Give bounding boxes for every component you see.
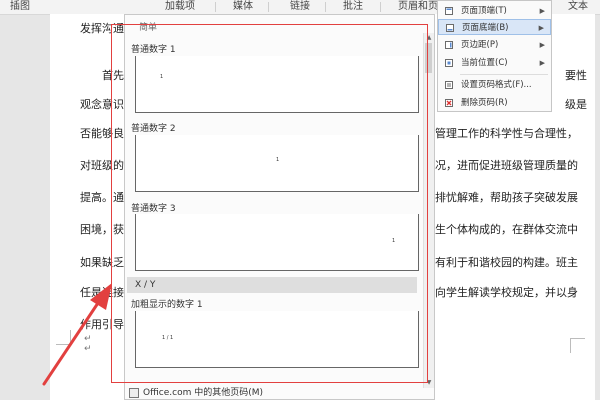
page-number-sample: 1 [160,74,164,80]
ribbon-tab-comments[interactable]: 批注 [343,0,363,14]
ribbon-tab-addins[interactable]: 加载项 [165,0,195,14]
menu-divider [460,74,548,75]
menu-item-label: 页边距(P) [461,40,499,50]
doc-line-right: 向学生解读学校规定，并以身 [435,286,578,299]
gallery-item-label: 普通数字 3 [131,204,176,214]
format-icon [445,81,453,89]
doc-line-right: 生个体构成的，在群体交流中 [435,223,578,236]
doc-line: 发挥沟通 [80,22,124,35]
menu-item-page-bottom[interactable]: 页面底端(B) ▶ [438,19,551,35]
gallery-header: 简单 [139,23,158,33]
doc-line-right: 况，进而促进班级管理质量的 [435,159,578,172]
menu-item-label: 删除页码(R) [461,98,508,108]
ribbon-tab-header-footer[interactable]: 页眉和页 [398,0,438,14]
doc-line-right: 管理工作的科学性与合理性， [435,127,578,140]
gallery-scrollbar[interactable]: ▲ ▼ [423,33,434,388]
submenu-arrow-icon: ▶ [539,7,545,15]
doc-line-right: 要性 [565,69,587,82]
doc-line-right: 有利于和谐校园的构建。班主 [435,256,578,269]
more-page-numbers-link[interactable]: Office.com 中的其他页码(M) [129,387,419,399]
margin-corner-mark [56,330,71,345]
page-number-gallery: 简单 普通数字 1 1 普通数字 2 1 普通数字 3 1 X / Y 加粗显示… [124,14,435,400]
scroll-down-icon[interactable]: ▼ [424,378,434,387]
doc-line: 任是连接 [80,286,124,299]
doc-line: 对班级的 [80,159,124,172]
doc-line: 否能够良 [80,127,124,140]
paragraph-mark: ↵ [84,344,92,354]
submenu-arrow-icon: ▶ [538,24,544,32]
office-globe-icon [129,387,139,398]
doc-line: 观念意识 [80,98,124,111]
doc-line: 首先 [102,69,124,82]
paragraph-mark: ↵ [84,334,92,344]
menu-item-page-top[interactable]: 页面顶端(T) ▶ [438,3,551,19]
page-number-sample: 1 [392,238,396,244]
menu-item-label: 页面底端(B) [462,23,509,33]
menu-item-label: 当前位置(C) [461,58,508,68]
ribbon-tab-text[interactable]: 文本 [568,0,588,14]
gallery-item-label: 普通数字 2 [131,124,176,134]
current-position-icon [445,59,453,67]
margin-corner-mark [570,338,585,353]
delete-icon [445,99,453,107]
ribbon-tab-illustrations[interactable]: 插图 [10,0,30,14]
doc-line: 作用引导 [80,318,124,331]
scroll-thumb[interactable] [425,43,432,73]
page-number-sample: 1 / 1 [162,335,174,341]
gallery-item-plain-number-3[interactable]: 1 [135,214,419,271]
submenu-arrow-icon: ▶ [539,41,545,49]
menu-item-current-position[interactable]: 当前位置(C) ▶ [438,55,551,71]
page-top-icon [445,7,453,15]
menu-item-remove-page-numbers[interactable]: 删除页码(R) [438,95,551,111]
gallery-item-label: 加粗显示的数字 1 [131,300,203,310]
gallery-item-plain-number-1[interactable]: 1 [135,56,419,113]
scroll-up-icon[interactable]: ▲ [424,33,434,42]
menu-item-label: 设置页码格式(F)... [461,80,532,90]
gallery-item-label: 普通数字 1 [131,45,176,55]
page-number-menu: 页面顶端(T) ▶ 页面底端(B) ▶ 页边距(P) ▶ 当前位置(C) ▶ 设… [437,0,552,112]
menu-item-label: 页面顶端(T) [461,6,507,16]
page-margin-icon [445,41,453,49]
doc-line-right: 排忧解难，帮助孩子突破发展 [435,191,578,204]
doc-line-right: 级是 [565,98,587,111]
submenu-arrow-icon: ▶ [539,59,545,67]
gallery-category-header: X / Y [127,277,417,293]
gallery-item-bold-number-1[interactable]: 1 / 1 [135,311,419,368]
page-number-sample: 1 [276,157,280,163]
gallery-item-plain-number-2[interactable]: 1 [135,135,419,192]
menu-item-page-margin[interactable]: 页边距(P) ▶ [438,37,551,53]
menu-item-format-page-numbers[interactable]: 设置页码格式(F)... [438,77,551,93]
footer-label: Office.com 中的其他页码(M) [143,388,264,398]
doc-line: 如果缺乏 [80,256,124,269]
page-bottom-icon [446,24,454,32]
ribbon-tab-media[interactable]: 媒体 [233,0,253,14]
ribbon-tab-links[interactable]: 链接 [290,0,310,14]
